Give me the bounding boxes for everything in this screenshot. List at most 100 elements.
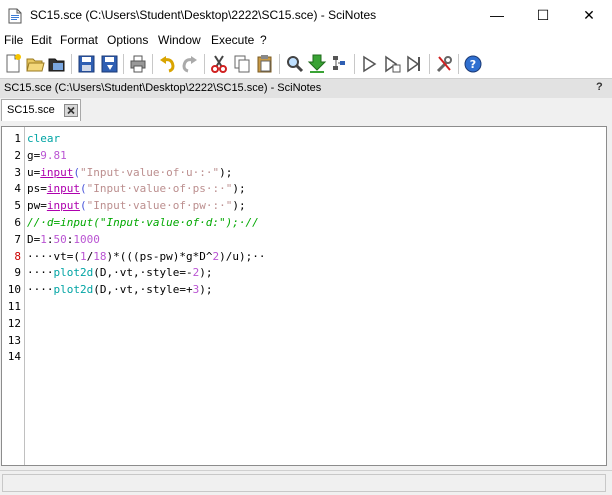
copy-icon[interactable] (232, 53, 252, 75)
save-as-icon[interactable] (99, 53, 119, 75)
code-token: : (46, 232, 54, 246)
vertical-scrollbar[interactable] (598, 127, 606, 465)
redo-icon[interactable] (180, 53, 200, 75)
paste-icon[interactable] (255, 53, 275, 75)
toolbar-separator (152, 54, 153, 74)
open-recent-icon[interactable] (47, 53, 67, 75)
evaluate-selection-icon[interactable] (330, 53, 350, 75)
toolbar-separator (279, 54, 280, 74)
code-token: D= (27, 232, 41, 246)
load-into-scilab-icon[interactable] (307, 53, 327, 75)
execute-until-icon[interactable] (405, 53, 425, 75)
code-token: ); (232, 182, 246, 196)
line-number: 2 (14, 148, 21, 162)
status-text (2, 474, 606, 492)
new-file-icon[interactable] (3, 53, 23, 75)
menu-file[interactable]: File (4, 33, 23, 47)
panel-help-button[interactable]: ? (596, 81, 603, 93)
code-token: ps= (27, 182, 47, 196)
menu-format[interactable]: Format (60, 33, 98, 47)
code-token: //·d=input("Input·value·of·d:");·// (27, 216, 259, 229)
code-token: 9.81 (40, 148, 67, 162)
tab-strip: SC15.sce (0, 98, 612, 122)
toolbar-separator (71, 54, 72, 74)
code-token: "Input·value·of·pw·:·" (86, 199, 233, 213)
code-token: ); (199, 283, 213, 297)
help-icon[interactable]: ? (463, 53, 483, 75)
print-icon[interactable] (128, 53, 148, 75)
menu-help[interactable]: ? (260, 33, 267, 47)
maximize-button[interactable]: ☐ (520, 0, 566, 31)
code-token: (D,·vt,·style=+ (93, 283, 193, 297)
line-number: 3 (14, 165, 21, 179)
execute-icon[interactable] (359, 53, 379, 75)
line-number: 9 (14, 266, 21, 280)
line-number: 1 (14, 132, 21, 145)
title-bar[interactable]: SC15.sce (C:\Users\Student\Desktop\2222\… (0, 0, 612, 31)
line-number: 5 (14, 199, 21, 213)
line-number: 11 (7, 300, 21, 313)
code-line[interactable]: ····vt=(1/18)*(((ps-pw)*g*D^2)/u);·· (27, 249, 265, 266)
undo-icon[interactable] (157, 53, 177, 75)
code-token: 18 (93, 249, 107, 263)
code-token: ( (80, 182, 87, 196)
code-token: input (46, 199, 80, 213)
code-token: 50 (53, 232, 67, 246)
tab-sc15-sce[interactable]: SC15.sce (1, 99, 81, 121)
menu-edit[interactable]: Edit (31, 33, 52, 47)
svg-text:?: ? (470, 58, 476, 71)
code-token: input (40, 165, 74, 179)
line-number: 13 (7, 333, 21, 347)
code-token: ····vt=( (27, 249, 80, 263)
code-line[interactable]: u=input("Input·value·of·u·:·"); (27, 165, 232, 182)
tab-close-icon[interactable] (64, 104, 78, 117)
code-token: pw= (27, 199, 47, 213)
code-token: ); (199, 266, 213, 280)
line-number: 12 (7, 316, 21, 330)
code-line[interactable]: pw=input("Input·value·of·pw·:·"); (27, 198, 246, 215)
code-token: ···· (27, 283, 54, 297)
execute-file-icon[interactable] (382, 53, 402, 75)
toolbar-separator (458, 54, 459, 74)
code-text-area[interactable]: clear g=9.81 u=input("Input·value·of·u·:·"… (27, 127, 597, 465)
code-line[interactable]: ps=input("Input·value·of·ps·:·"); (27, 181, 246, 198)
code-token: plot2d (53, 283, 94, 297)
code-line[interactable]: ····plot2d(D,·vt,·style=-2); (27, 265, 212, 282)
line-number-gutter: 1 2 3 4 5 6 7 8 9 10 11 12 13 14 (2, 127, 25, 465)
code-token: input (46, 182, 80, 196)
code-line[interactable]: clear (27, 131, 60, 148)
window-title: SC15.sce (C:\Users\Student\Desktop\2222\… (30, 8, 377, 22)
code-token: u= (27, 165, 41, 179)
code-token: 1000 (73, 232, 100, 246)
minimize-button[interactable]: — (474, 0, 520, 31)
code-line[interactable]: D=1:50:1000 (27, 232, 100, 249)
toolbar-separator (429, 54, 430, 74)
panel-title: SC15.sce (C:\Users\Student\Desktop\2222\… (4, 82, 322, 94)
code-token: 1 (40, 232, 47, 246)
menu-execute[interactable]: Execute (211, 33, 254, 47)
scinotes-window: SC15.sce (C:\Users\Student\Desktop\2222\… (0, 0, 612, 495)
code-token: g= (27, 148, 41, 162)
line-number: 8 (14, 249, 21, 263)
code-token: ( (80, 199, 87, 213)
preferences-icon[interactable] (434, 53, 454, 75)
close-window-button[interactable]: ✕ (566, 0, 612, 31)
code-editor[interactable]: 1 2 3 4 5 6 7 8 9 10 11 12 13 14 clear g=9.81 u=input("… (1, 126, 607, 466)
toolbar-separator (123, 54, 124, 74)
menu-window[interactable]: Window (158, 33, 201, 47)
code-token: (D,·vt,·style=- (93, 266, 193, 280)
open-folder-icon[interactable] (25, 53, 45, 75)
find-icon[interactable] (284, 53, 304, 75)
code-line[interactable]: g=9.81 (27, 148, 67, 165)
cut-icon[interactable] (209, 53, 229, 75)
code-line[interactable]: //·d=input("Input·value·of·d:");·// (27, 215, 259, 232)
code-token: ( (73, 165, 80, 179)
code-token: plot2d (53, 266, 94, 280)
code-line[interactable]: ····plot2d(D,·vt,·style=+3); (27, 282, 212, 299)
code-token: "Input·value·of·ps·:·" (86, 182, 233, 196)
code-token: )/u);·· (219, 249, 266, 263)
line-number: 14 (7, 350, 21, 364)
toolbar-separator (354, 54, 355, 74)
menu-options[interactable]: Options (107, 33, 148, 47)
save-icon[interactable] (76, 53, 96, 75)
